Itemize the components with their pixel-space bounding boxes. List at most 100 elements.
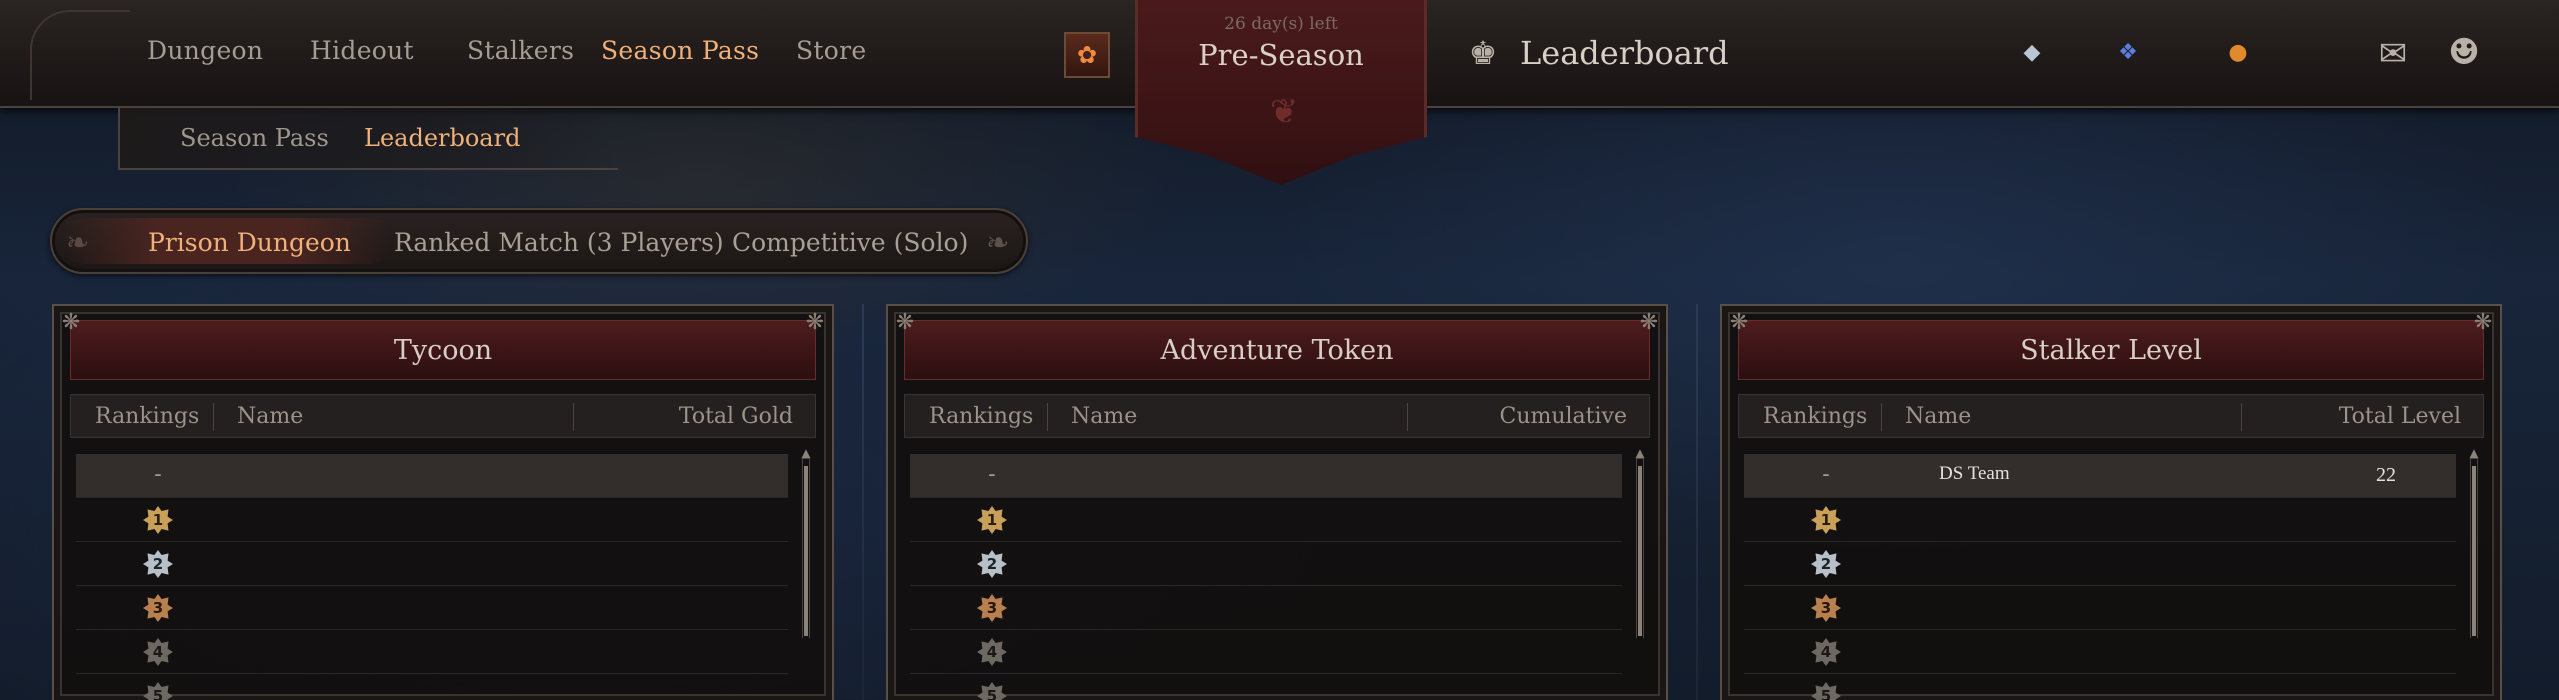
score-value: 22 [2376, 464, 2396, 486]
column-value: Total Level [2338, 404, 2461, 429]
scroll-up-arrow-icon[interactable]: ▲ [799, 446, 813, 460]
corner-ornament-icon: ❋ [805, 310, 825, 335]
corner-ornament-icon: ❋ [1639, 310, 1659, 335]
tab-prison-dungeon[interactable]: Prison Dungeon [148, 228, 351, 257]
leaderboard-panel-tycoon: Tycoon ❋ ❋ Rankings Name Total Gold - 1 … [52, 304, 834, 700]
table-row[interactable]: 2 [1744, 542, 2456, 586]
scrollbar[interactable] [802, 458, 810, 638]
column-name: Name [1071, 404, 1138, 429]
rankings-list: - 1 2 3 4 5 [76, 454, 788, 700]
scroll-up-arrow-icon[interactable]: ▲ [1633, 446, 1647, 460]
crystal-currency-icon[interactable]: ❖ [2114, 40, 2142, 68]
rank-3-medal-icon: 3 [1811, 594, 1841, 622]
panel-divider [1696, 304, 1698, 700]
table-row[interactable]: 4 [1744, 630, 2456, 674]
rank-2-medal-icon: 2 [1811, 550, 1841, 578]
subnav-leaderboard[interactable]: Leaderboard [364, 124, 520, 152]
rankings-list: - 1 2 3 4 5 [910, 454, 1622, 700]
rank-1-medal-icon: 1 [977, 506, 1007, 534]
table-row[interactable]: 3 [76, 586, 788, 630]
column-name: Name [237, 404, 304, 429]
column-name: Name [1905, 404, 1972, 429]
rank-4-medal-icon: 4 [143, 638, 173, 666]
table-row[interactable]: 4 [76, 630, 788, 674]
table-row[interactable]: 1 [76, 498, 788, 542]
column-header: Rankings Name Total Level [1738, 394, 2484, 438]
tab-competitive-solo[interactable]: Competitive (Solo) [732, 228, 968, 257]
nav-store[interactable]: Store [796, 36, 866, 65]
corner-ornament-icon: ❋ [895, 310, 915, 335]
column-header: Rankings Name Total Gold [70, 394, 816, 438]
table-row[interactable]: 1 [1744, 498, 2456, 542]
rank-2-medal-icon: 2 [143, 550, 173, 578]
scrollbar-thumb[interactable] [804, 466, 808, 636]
column-value: Total Gold [678, 404, 793, 429]
rank-4-medal-icon: 4 [977, 638, 1007, 666]
coin-currency-icon[interactable]: ● [2224, 40, 2252, 68]
rank-3-medal-icon: 3 [143, 594, 173, 622]
rank-5-medal-icon: 5 [1811, 682, 1841, 700]
season-sigil-icon: ❦ [1269, 92, 1299, 132]
table-row[interactable]: 1 [910, 498, 1622, 542]
scrollbar[interactable] [2470, 458, 2478, 638]
column-divider [573, 403, 574, 431]
leaderboard-panel-stalker-level: Stalker Level ❋ ❋ Rankings Name Total Le… [1720, 304, 2502, 700]
table-row[interactable]: 2 [910, 542, 1622, 586]
season-banner: 26 day(s) left Pre-Season ❦ [1135, 0, 1427, 185]
panel-header: Stalker Level [1738, 320, 2484, 380]
corner-ornament-icon: ❋ [1729, 310, 1749, 335]
corner-ornament-icon: ❋ [61, 310, 81, 335]
rank-value: - [154, 462, 162, 487]
mode-tab-bar: ❧ Prison Dungeon Ranked Match (3 Players… [50, 208, 1028, 274]
column-divider [1881, 403, 1882, 431]
flame-emblem-icon[interactable]: ✿ [1064, 32, 1110, 78]
leaderboard-trophy-icon: ♚ [1468, 34, 1498, 72]
nav-dungeon[interactable]: Dungeon [147, 36, 263, 65]
season-title: Pre-Season [1198, 38, 1364, 72]
column-rankings: Rankings [1763, 404, 1868, 429]
panel-divider [862, 304, 864, 700]
player-name: DS Team [1939, 463, 2010, 484]
scrollbar-thumb[interactable] [2472, 466, 2476, 636]
friends-icon[interactable]: ☻ [2440, 32, 2488, 76]
scrollbar-thumb[interactable] [1638, 466, 1642, 636]
scroll-up-arrow-icon[interactable]: ▲ [2467, 446, 2481, 460]
season-days-left: 26 day(s) left [1224, 14, 1338, 34]
table-row[interactable]: 5 [1744, 674, 2456, 700]
table-row[interactable]: 5 [76, 674, 788, 700]
column-divider [1047, 403, 1048, 431]
rank-3-medal-icon: 3 [977, 594, 1007, 622]
rank-value: - [1822, 462, 1830, 487]
own-rank-row[interactable]: - DS Team 22 [1744, 454, 2456, 498]
rank-1-medal-icon: 1 [1811, 506, 1841, 534]
nav-season-pass[interactable]: Season Pass [601, 36, 759, 65]
tab-ranked-match[interactable]: Ranked Match (3 Players) [394, 228, 724, 257]
rank-4-medal-icon: 4 [1811, 638, 1841, 666]
rank-5-medal-icon: 5 [143, 682, 173, 700]
leaderboard-panel-adventure-token: Adventure Token ❋ ❋ Rankings Name Cumula… [886, 304, 1668, 700]
column-rankings: Rankings [929, 404, 1034, 429]
own-rank-row[interactable]: - [910, 454, 1622, 498]
nav-stalkers[interactable]: Stalkers [467, 36, 574, 65]
page-title: Leaderboard [1520, 34, 1729, 72]
column-rankings: Rankings [95, 404, 200, 429]
nav-hideout[interactable]: Hideout [310, 36, 414, 65]
table-row[interactable]: 3 [910, 586, 1622, 630]
sub-navigation: Season Pass Leaderboard [118, 108, 618, 170]
column-value: Cumulative [1499, 404, 1627, 429]
mail-icon[interactable]: ✉ [2372, 37, 2414, 71]
own-rank-row[interactable]: - [76, 454, 788, 498]
gem-currency-icon[interactable]: ◆ [2018, 40, 2046, 68]
column-divider [213, 403, 214, 431]
table-row[interactable]: 3 [1744, 586, 2456, 630]
table-row[interactable]: 2 [76, 542, 788, 586]
table-row[interactable]: 4 [910, 630, 1622, 674]
scrollbar[interactable] [1636, 458, 1644, 638]
panel-title: Tycoon [393, 335, 493, 366]
panel-header: Adventure Token [904, 320, 1650, 380]
subnav-season-pass[interactable]: Season Pass [180, 124, 329, 152]
rank-1-medal-icon: 1 [143, 506, 173, 534]
column-header: Rankings Name Cumulative [904, 394, 1650, 438]
table-row[interactable]: 5 [910, 674, 1622, 700]
corner-ornament-icon: ❋ [2473, 310, 2493, 335]
